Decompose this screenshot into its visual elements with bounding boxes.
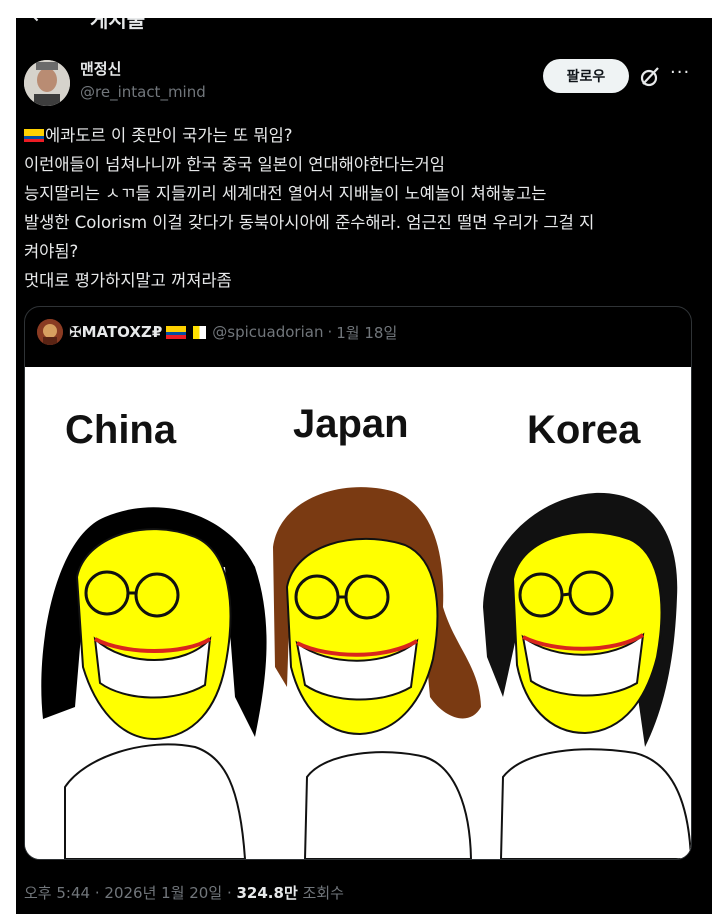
post-line-3: 능지딸리는 ㅅㄲ들 지들끼리 세계대전 열어서 지배놀이 노예놀이 쳐해놓고는 — [24, 184, 547, 203]
vatican-flag-icon — [193, 325, 207, 339]
back-arrow-icon[interactable]: ← — [32, 18, 49, 28]
meme-label-korea: Korea — [527, 408, 641, 452]
ecuador-flag-icon — [24, 129, 44, 142]
footer-separator: · — [94, 884, 100, 902]
author-handle[interactable]: @re_intact_mind — [80, 83, 206, 101]
author-avatar[interactable] — [24, 60, 70, 106]
post-date[interactable]: 2026년 1월 20일 — [104, 884, 222, 902]
footer-separator: · — [226, 884, 232, 902]
post-line-5: 켜야됨? — [24, 242, 79, 261]
quoted-post-date[interactable]: 1월 18일 — [336, 322, 397, 343]
meme-label-china: China — [65, 408, 177, 452]
meta-separator: · — [327, 323, 333, 341]
quoted-author-name[interactable]: ✠MATOXZ₽ — [69, 323, 162, 341]
view-count: 324.8만 — [236, 884, 298, 902]
follow-button[interactable]: 팔로우 — [543, 59, 629, 93]
screenshot-frame: ← 게시물 맨정신 @re_intact_mind 팔로우 ··· 에콰도르 이… — [0, 0, 714, 914]
quoted-author-handle[interactable]: @spicuadorian — [212, 323, 323, 341]
meme-label-japan: Japan — [293, 402, 409, 446]
quoted-post-header: ✠MATOXZ₽ @spicuadorian · 1월 18일 — [37, 319, 397, 345]
page-title: 게시물 — [90, 18, 146, 32]
post-line-1: 에콰도르 이 좃만이 국가는 또 뭐임? — [24, 121, 704, 150]
grok-icon[interactable] — [638, 65, 662, 89]
post-line-6: 멋대로 평가하지말고 꺼져라좀 — [24, 271, 232, 290]
quoted-author-avatar[interactable] — [37, 319, 63, 345]
view-count-label: 조회수 — [302, 884, 344, 902]
post-line-4: 발생한 Colorism 이걸 갖다가 동북아시아에 준수해라. 엄근진 떨면 … — [24, 213, 595, 232]
post-text: 에콰도르 이 좃만이 국가는 또 뭐임? 이런애들이 넘쳐나니까 한국 중국 일… — [24, 121, 704, 295]
meme-image[interactable]: China Japan Korea — [25, 367, 691, 859]
post-time[interactable]: 오후 5:44 — [24, 884, 90, 902]
author-name[interactable]: 맨정신 — [80, 58, 121, 79]
post-screen: ← 게시물 맨정신 @re_intact_mind 팔로우 ··· 에콰도르 이… — [16, 18, 712, 914]
post-line-2: 이런애들이 넘쳐나니까 한국 중국 일본이 연대해야한다는거임 — [24, 155, 445, 174]
post-footer: 오후 5:44 · 2026년 1월 20일 · 324.8만 조회수 — [24, 882, 344, 903]
ecuador-flag-icon — [166, 325, 187, 339]
quoted-post[interactable]: ✠MATOXZ₽ @spicuadorian · 1월 18일 China Ja… — [24, 306, 692, 860]
more-options-icon[interactable]: ··· — [670, 62, 690, 83]
top-bar: ← 게시물 — [16, 18, 712, 32]
